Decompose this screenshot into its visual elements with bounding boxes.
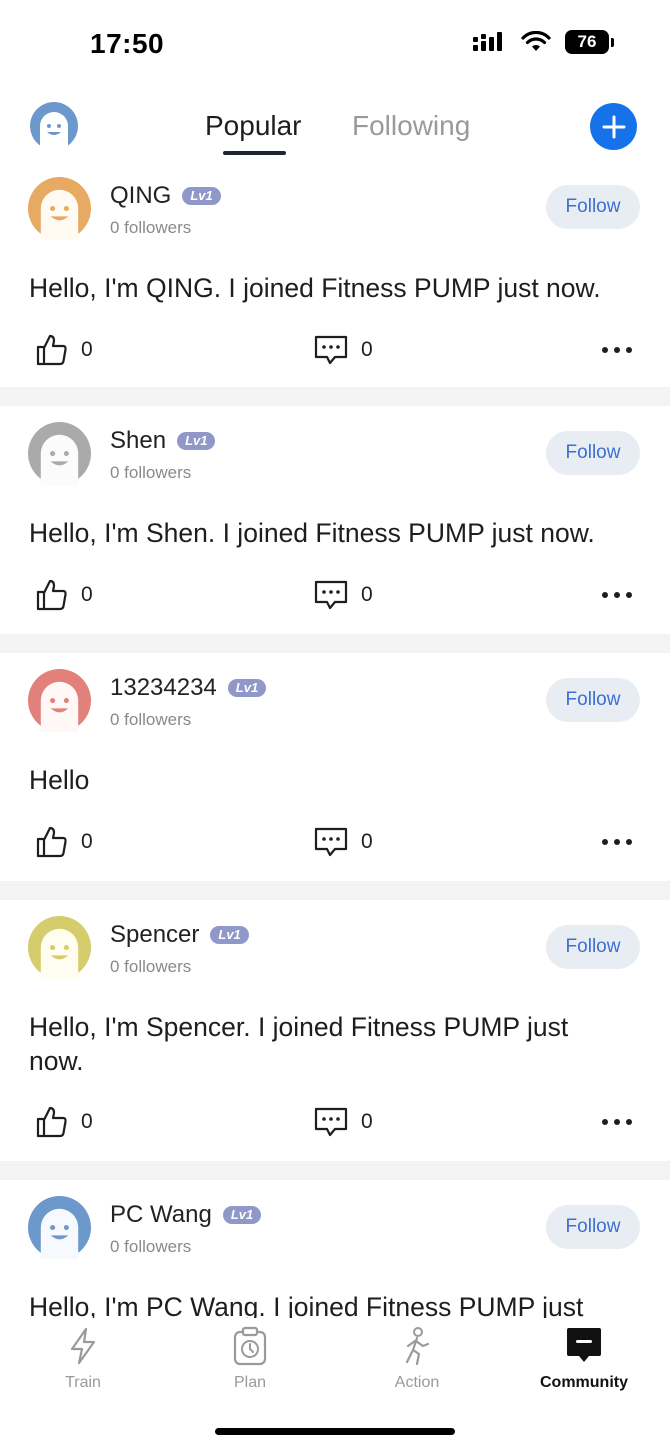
tab-label: Train (65, 1374, 101, 1391)
level-badge: Lv1 (222, 1206, 262, 1224)
comment-icon (314, 580, 348, 610)
comment-count: 0 (361, 338, 373, 361)
battery-icon: 76 (565, 30, 614, 54)
avatar[interactable] (28, 916, 91, 979)
username-row: 13234234 Lv1 (110, 674, 267, 702)
tab-plan[interactable]: Plan (190, 1326, 310, 1392)
like-button[interactable]: 0 (35, 333, 93, 367)
status-bar: 17:50 76 (0, 0, 670, 88)
post-text: Hello, I'm QING. I joined Fitness PUMP j… (29, 273, 601, 303)
username[interactable]: QING (110, 182, 171, 210)
tab-label: Action (394, 1374, 440, 1391)
thumbs-up-icon (36, 579, 67, 611)
tab-popular[interactable]: Popular (205, 110, 302, 142)
follower-count: 0 followers (110, 1237, 192, 1256)
post-divider (0, 634, 670, 653)
avatar[interactable] (28, 669, 91, 732)
like-count: 0 (81, 338, 93, 361)
avatar[interactable] (28, 422, 91, 485)
comment-button[interactable]: 0 (313, 333, 373, 367)
post-text: Hello, I'm Spencer. I joined Fitness PUM… (29, 1012, 569, 1076)
post-card[interactable]: Shen Lv1 0 followers Follow Hello, I'm S… (0, 406, 670, 634)
more-options-icon[interactable] (601, 591, 633, 599)
username[interactable]: Shen (110, 427, 166, 455)
post-text: Hello, I'm Shen. I joined Fitness PUMP j… (29, 518, 595, 548)
comment-button[interactable]: 0 (313, 1105, 373, 1139)
more-options-icon[interactable] (601, 838, 633, 846)
home-indicator (215, 1428, 455, 1435)
follower-count: 0 followers (110, 218, 192, 237)
thumbs-up-icon (36, 1106, 67, 1138)
avatar[interactable] (28, 1196, 91, 1259)
like-button[interactable]: 0 (35, 578, 93, 612)
more-options-icon[interactable] (601, 346, 633, 354)
comment-icon (314, 827, 348, 857)
comment-count: 0 (361, 830, 373, 853)
top-nav: Popular Following (0, 96, 670, 160)
like-count: 0 (81, 1110, 93, 1133)
tab-label: Community (540, 1374, 628, 1391)
battery-level: 76 (565, 30, 609, 54)
add-post-button[interactable] (590, 103, 637, 150)
tab-community[interactable]: Community (524, 1326, 644, 1392)
follow-button[interactable]: Follow (546, 185, 640, 229)
walking-person-icon (405, 1327, 430, 1366)
follow-button[interactable]: Follow (546, 678, 640, 722)
comment-icon (314, 335, 348, 365)
avatar[interactable] (28, 177, 91, 240)
like-button[interactable]: 0 (35, 825, 93, 859)
username[interactable]: PC Wang (110, 1201, 212, 1229)
status-time: 17:50 (90, 28, 165, 59)
clipboard-clock-icon (233, 1326, 267, 1366)
active-tab-indicator (223, 151, 286, 155)
tab-label: Plan (233, 1374, 267, 1391)
post-card[interactable]: 13234234 Lv1 0 followers Follow Hello 0 … (0, 653, 670, 881)
chat-bubble-icon (567, 1328, 601, 1362)
comment-count: 0 (361, 1110, 373, 1133)
tab-train[interactable]: Train (23, 1326, 143, 1392)
thumbs-up-icon (36, 826, 67, 858)
follow-button[interactable]: Follow (546, 1205, 640, 1249)
post-text: Hello (29, 765, 90, 795)
like-button[interactable]: 0 (35, 1105, 93, 1139)
tab-action[interactable]: Action (357, 1326, 477, 1392)
username-row: PC Wang Lv1 (110, 1201, 262, 1229)
user-avatar[interactable] (30, 102, 78, 150)
username-row: Spencer Lv1 (110, 921, 249, 949)
like-count: 0 (81, 830, 93, 853)
comment-button[interactable]: 0 (313, 825, 373, 859)
follow-button[interactable]: Follow (546, 925, 640, 969)
level-badge: Lv1 (177, 432, 216, 450)
level-badge: Lv1 (182, 187, 221, 205)
username[interactable]: 13234234 (110, 674, 217, 702)
post-divider (0, 1161, 670, 1180)
status-icons: 76 (473, 30, 614, 54)
username[interactable]: Spencer (110, 921, 199, 949)
comment-button[interactable]: 0 (313, 578, 373, 612)
post-divider (0, 387, 670, 406)
level-badge: Lv1 (210, 926, 249, 944)
thumbs-up-icon (36, 334, 67, 366)
lightning-icon (70, 1327, 96, 1365)
plus-icon (602, 115, 625, 138)
tab-following[interactable]: Following (352, 110, 470, 142)
feed: QING Lv1 0 followers Follow Hello, I'm Q… (0, 160, 670, 1420)
level-badge: Lv1 (227, 679, 267, 697)
post-card[interactable]: QING Lv1 0 followers Follow Hello, I'm Q… (0, 160, 670, 387)
wifi-icon (521, 31, 551, 51)
username-row: QING Lv1 (110, 182, 221, 210)
post-card[interactable]: Spencer Lv1 0 followers Follow Hello, I'… (0, 900, 670, 1161)
comment-icon (314, 1107, 348, 1137)
like-count: 0 (81, 583, 93, 606)
username-row: Shen Lv1 (110, 427, 216, 455)
follower-count: 0 followers (110, 463, 192, 482)
more-options-icon[interactable] (601, 1118, 633, 1126)
post-divider (0, 881, 670, 900)
cellular-signal-icon (473, 32, 502, 51)
follow-button[interactable]: Follow (546, 431, 640, 475)
follower-count: 0 followers (110, 710, 192, 729)
comment-count: 0 (361, 583, 373, 606)
follower-count: 0 followers (110, 957, 192, 976)
